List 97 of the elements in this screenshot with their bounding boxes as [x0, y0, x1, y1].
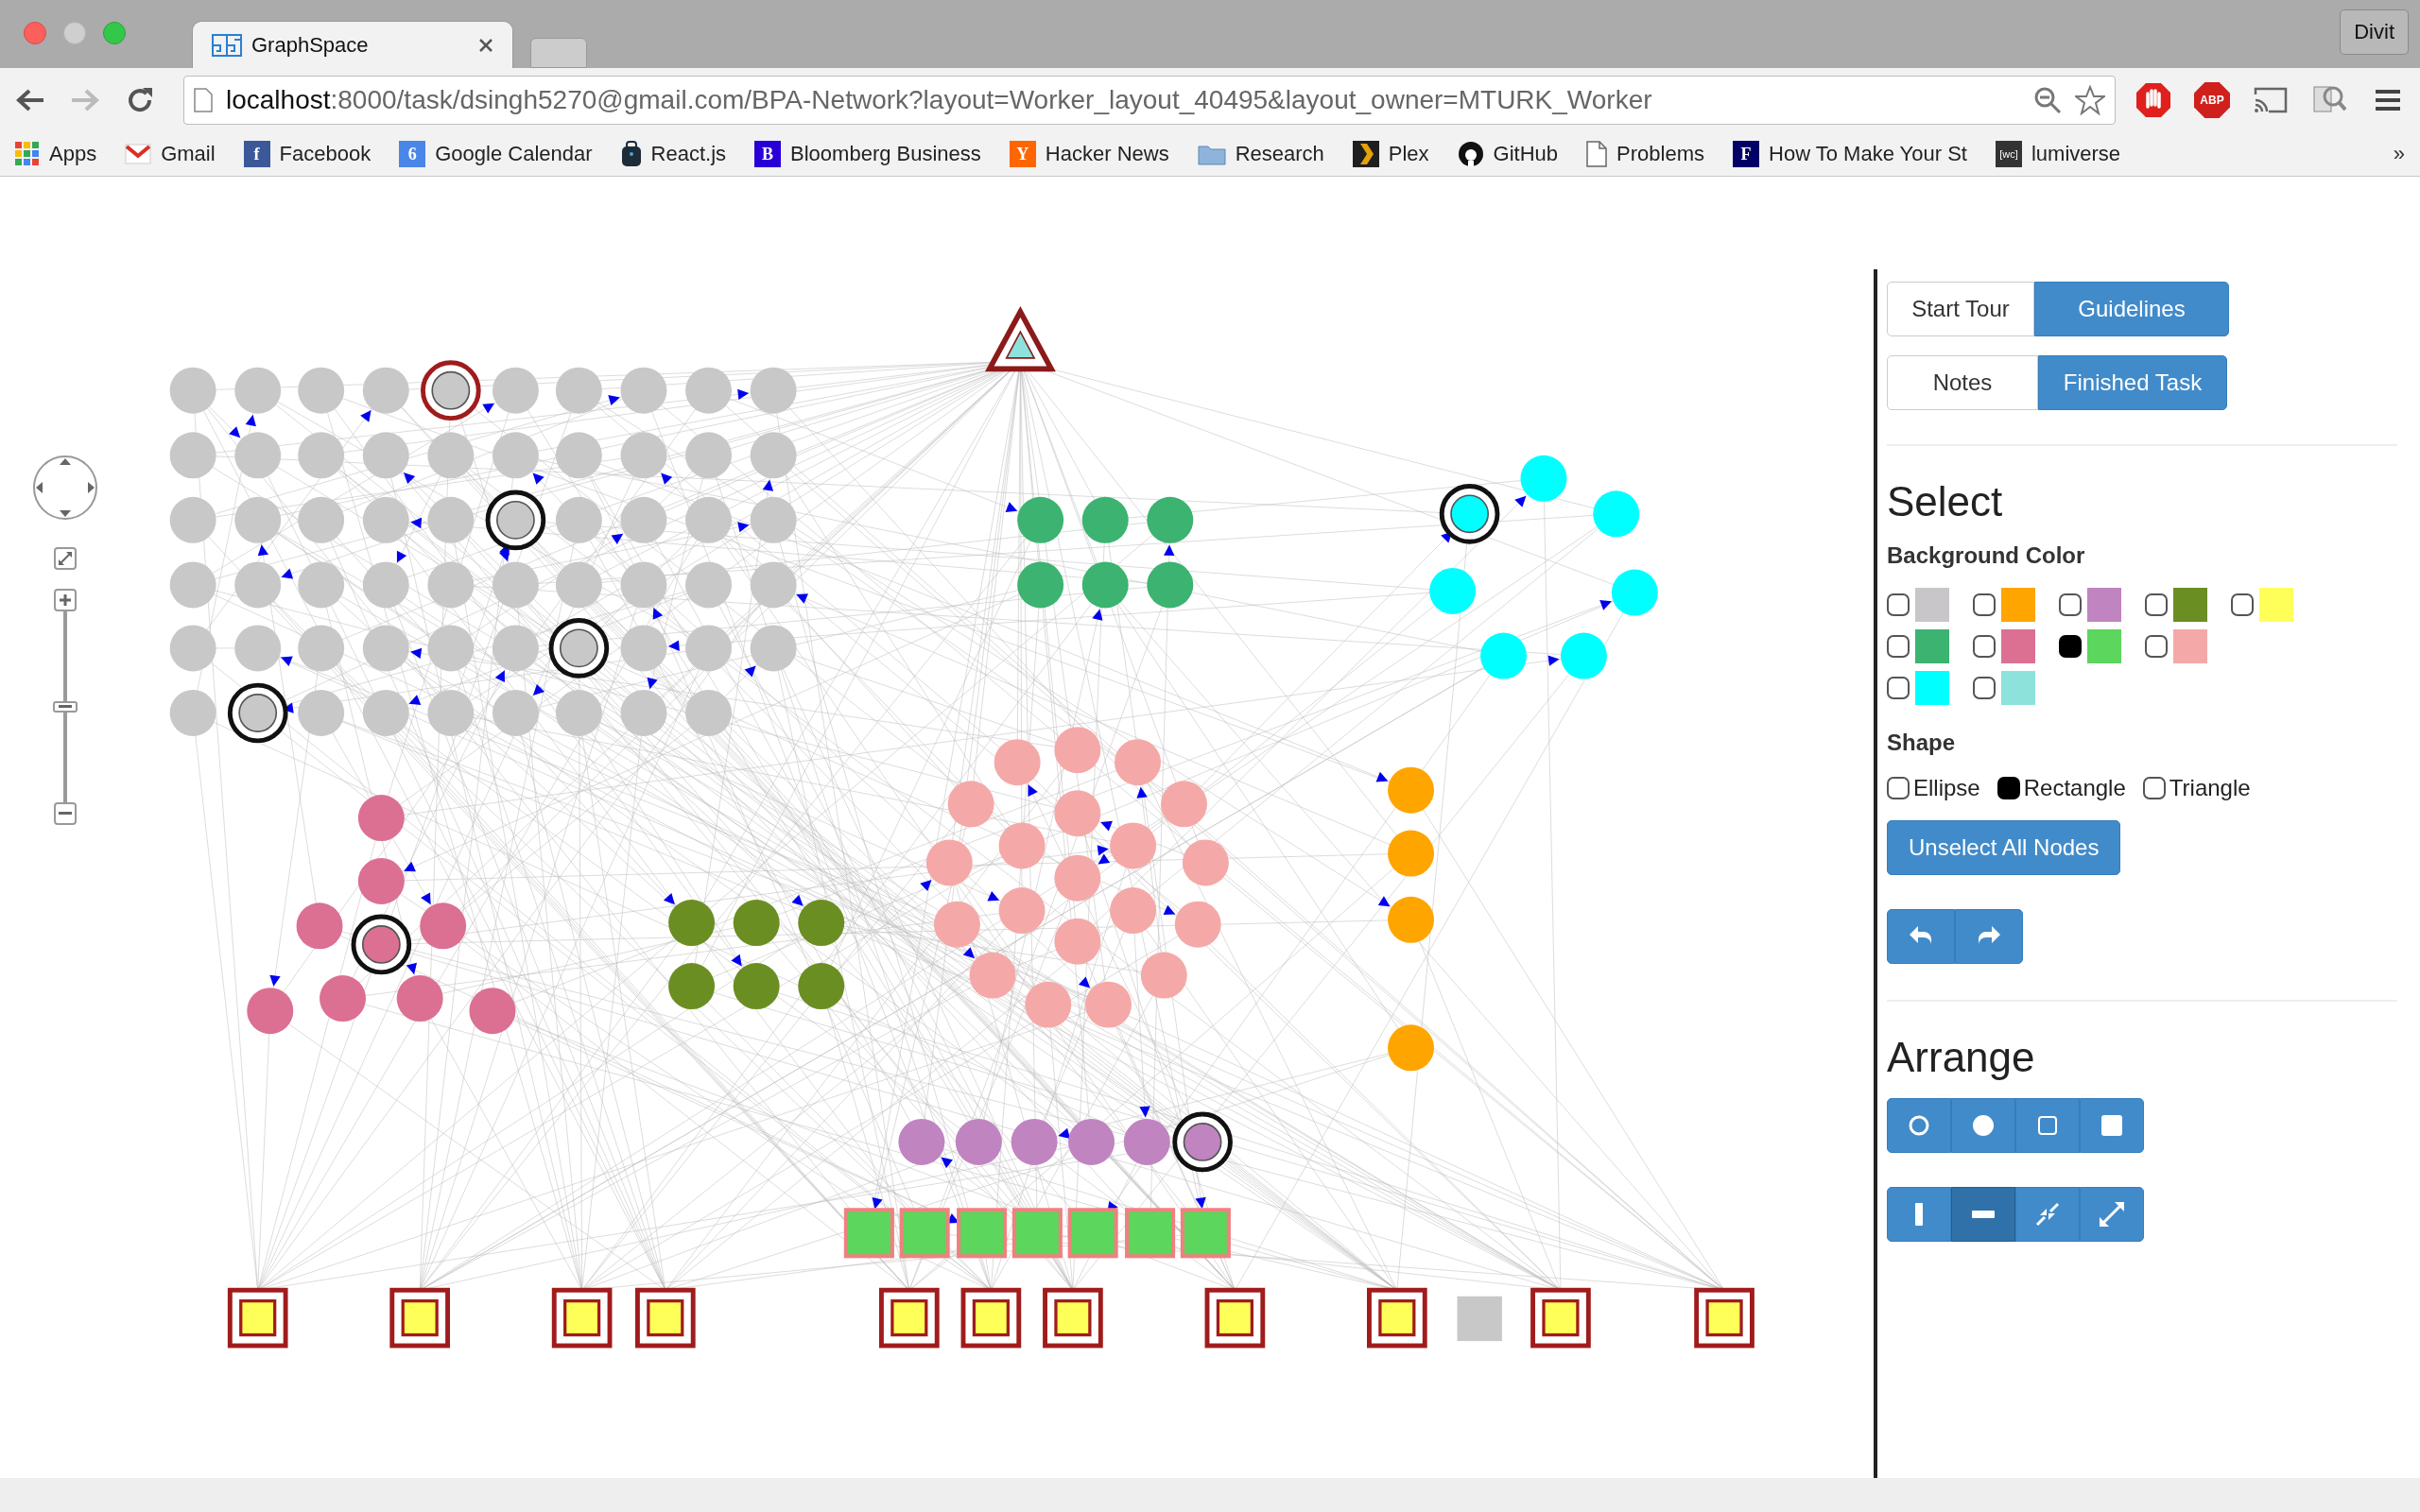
circle-outline-icon: [1908, 1114, 1930, 1137]
address-field[interactable]: localhost:8000/task/dsingh5270@gmail.com/BPA-Network?layout=Worker_layout_40495&layout_owner=MTURK_Worker: [183, 76, 2116, 125]
unselect-button[interactable]: Unselect All Nodes: [1887, 820, 2121, 875]
pan-control[interactable]: [32, 455, 98, 521]
vertical-bar-icon: [1915, 1203, 1923, 1226]
layout-button[interactable]: [1887, 1098, 1951, 1153]
bookmark-logo-icon: 6: [399, 141, 426, 167]
bookmark-logo-icon: f: [243, 141, 270, 167]
panel-button[interactable]: Finished Task: [2038, 355, 2227, 410]
shape-checkbox[interactable]: [1887, 777, 1910, 799]
bookmark-link[interactable]: Hacker News: [1045, 142, 1169, 166]
arrange-button[interactable]: [2080, 1187, 2144, 1242]
expand-icon: [59, 552, 72, 565]
bookmark-logo-icon: Y: [1009, 141, 1036, 167]
zoom-in-button[interactable]: [54, 589, 77, 611]
horizontal-bar-icon: [1972, 1211, 1995, 1218]
bookmark-link[interactable]: lumiverse: [2031, 142, 2121, 166]
color-checkbox[interactable]: [2145, 593, 2168, 616]
field-label: Background Color: [1887, 542, 2086, 569]
plus-icon: [59, 593, 72, 607]
cast-icon[interactable]: [2254, 87, 2288, 113]
square-icon: [2100, 1114, 2123, 1137]
bookmark-logo-icon: [wc]: [1995, 141, 2022, 167]
bookmark-link[interactable]: React.js: [650, 142, 727, 166]
bookmark-logo-icon: F: [1733, 141, 1759, 167]
undo-button[interactable]: [1887, 909, 1955, 964]
mail-icon: [125, 144, 152, 164]
square-outline-icon: [2037, 1115, 2058, 1136]
bookmarks-overflow-button[interactable]: »: [2393, 142, 2405, 166]
bookmark-link[interactable]: Apps: [49, 142, 97, 166]
panel-button[interactable]: Notes: [1887, 355, 2038, 410]
apps-grid-icon: [15, 142, 40, 166]
checkbox-label: Ellipse: [1913, 775, 1980, 801]
close-icon[interactable]: [478, 37, 493, 53]
page-icon: [194, 88, 213, 112]
color-checkbox[interactable]: [1973, 677, 1996, 699]
color-checkbox[interactable]: [1973, 635, 1996, 658]
folder-icon: [1197, 143, 1226, 165]
panel-button[interactable]: Start Tour: [1887, 282, 2034, 336]
panel-button[interactable]: Guidelines: [2034, 282, 2229, 336]
section-heading: Arrange: [1887, 1034, 2036, 1081]
zoom-slider-thumb[interactable]: [53, 701, 78, 713]
color-checkbox[interactable]: [2231, 593, 2254, 616]
shape-checkbox[interactable]: [1996, 777, 2020, 799]
minus-icon: [59, 705, 72, 709]
bookmark-link[interactable]: Bloomberg Business: [790, 142, 981, 166]
color-checkbox[interactable]: [2145, 635, 2168, 658]
shape-checkbox[interactable]: [2142, 777, 2166, 799]
tab-title: GraphSpace: [251, 32, 370, 58]
color-checkbox[interactable]: [2059, 635, 2082, 658]
checkbox-label: Triangle: [2169, 775, 2251, 801]
url-text: localhost:8000/task/dsingh5270@gmail.com/BPA-Network?layout=Worker_layout_40495&layout_owner=MTURK_Worker: [226, 85, 1653, 115]
browser-tab[interactable]: GraphSpace: [192, 21, 513, 68]
expand-icon: [2099, 1201, 2125, 1228]
star-icon[interactable]: [2075, 85, 2105, 115]
fit-view-button[interactable]: [54, 547, 77, 570]
circle-icon: [1972, 1114, 1995, 1137]
backpack-icon: [620, 141, 642, 167]
color-checkbox[interactable]: [1973, 593, 1996, 616]
site-logo-icon: [212, 33, 242, 57]
stop-hand-icon[interactable]: [2135, 82, 2171, 118]
bookmark-link[interactable]: How To Make Your St: [1769, 142, 1967, 166]
menu-icon[interactable]: [2374, 88, 2402, 112]
field-label: Shape: [1887, 730, 1957, 756]
compress-icon: [2035, 1202, 2060, 1227]
bookmark-link[interactable]: Google Calendar: [435, 142, 593, 166]
color-checkbox[interactable]: [2059, 593, 2082, 616]
bookmark-link[interactable]: Gmail: [161, 142, 216, 166]
minus-icon: [59, 812, 72, 816]
profile-button[interactable]: Divit: [2340, 9, 2409, 55]
zoom-out-button[interactable]: [54, 802, 77, 825]
bookmark-link[interactable]: GitHub: [1493, 142, 1559, 166]
arrange-button[interactable]: [1951, 1187, 2015, 1242]
bookmark-link[interactable]: Facebook: [279, 142, 372, 166]
color-checkbox[interactable]: [1887, 593, 1910, 616]
bookmark-link[interactable]: Plex: [1388, 142, 1429, 166]
bookmark-link[interactable]: Problems: [1616, 142, 1704, 166]
checkbox-label: Rectangle: [2023, 775, 2126, 801]
adblock-extension-icon[interactable]: ABP: [2194, 82, 2230, 118]
zoom-out-icon[interactable]: [2033, 86, 2062, 114]
color-checkbox[interactable]: [1887, 677, 1910, 699]
arrange-button[interactable]: [2015, 1187, 2080, 1242]
arrange-button[interactable]: [1887, 1187, 1951, 1242]
layout-button[interactable]: [2015, 1098, 2080, 1153]
document-icon: [1586, 141, 1608, 167]
reload-icon[interactable]: [126, 86, 154, 114]
layout-button[interactable]: [1951, 1098, 2015, 1153]
section-heading: Select: [1887, 478, 2004, 525]
bookmark-logo-icon: B: [754, 141, 782, 167]
color-checkbox[interactable]: [1887, 635, 1910, 658]
network-graph-drawing[interactable]: [169, 305, 1754, 1349]
redo-button[interactable]: [1955, 909, 2023, 964]
layout-button[interactable]: [2080, 1098, 2144, 1153]
chevron-logo-icon: [1352, 141, 1379, 167]
bookmark-link[interactable]: Research: [1235, 142, 1324, 166]
back-arrow-icon[interactable]: [15, 87, 45, 113]
cat-logo-icon: [1457, 141, 1484, 167]
